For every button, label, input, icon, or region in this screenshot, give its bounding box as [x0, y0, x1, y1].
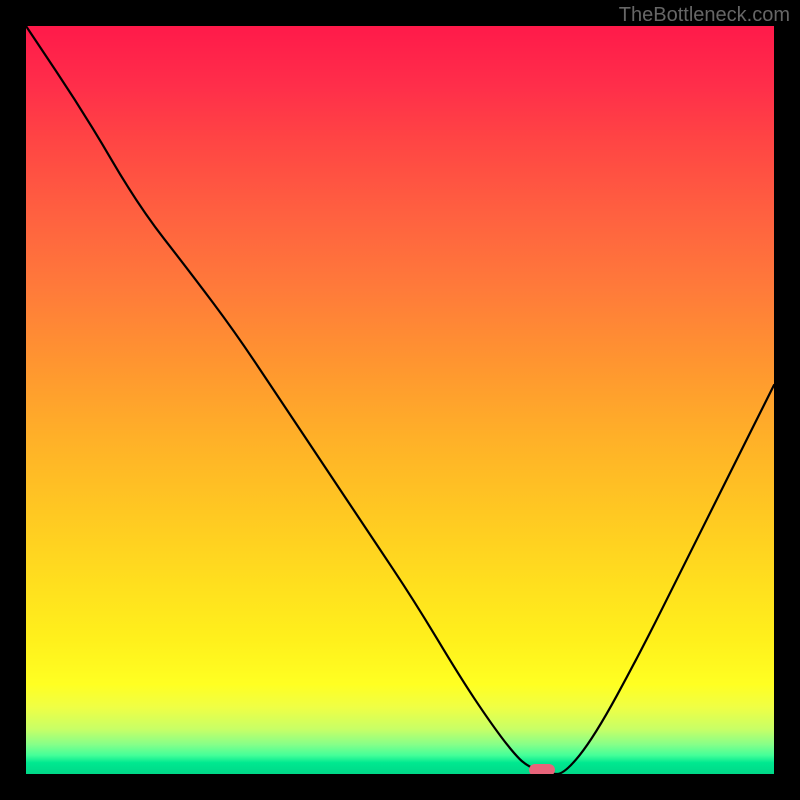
- chart-plot-area: [26, 26, 774, 774]
- optimal-point-marker: [529, 764, 555, 774]
- bottleneck-curve-path: [26, 26, 774, 774]
- watermark-text: TheBottleneck.com: [619, 4, 790, 27]
- chart-curve-svg: [26, 26, 774, 774]
